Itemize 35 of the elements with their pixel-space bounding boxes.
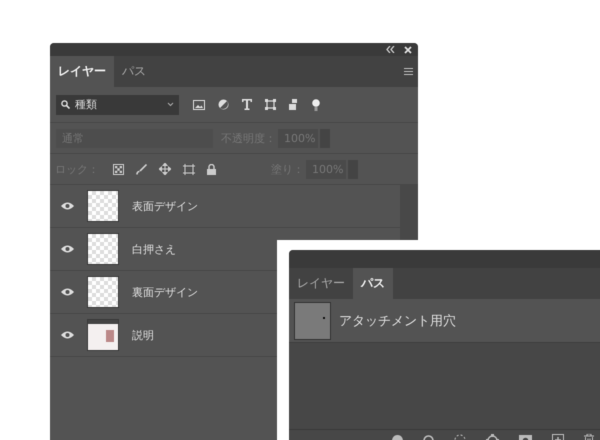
- checkerboard-lock-icon[interactable]: [113, 164, 124, 174]
- search-icon: [61, 100, 70, 109]
- path-row[interactable]: アタッチメント用穴: [289, 299, 600, 343]
- lock-icon[interactable]: [207, 164, 216, 174]
- scrollbar[interactable]: [400, 185, 418, 243]
- shape-filter-icon[interactable]: [265, 99, 276, 110]
- menu-icon[interactable]: [404, 68, 413, 75]
- layer-name: 裏面デザイン: [132, 284, 198, 300]
- eye-icon[interactable]: [60, 202, 74, 210]
- eye-icon[interactable]: [60, 288, 74, 296]
- collapse-icon[interactable]: [386, 46, 395, 53]
- smart-object-filter-icon[interactable]: [289, 99, 299, 110]
- image-filter-icon[interactable]: [193, 100, 205, 110]
- transparent-thumbnail: [87, 276, 119, 308]
- filter-dropdown[interactable]: 種類: [56, 94, 179, 114]
- transparent-thumbnail: [87, 190, 119, 222]
- layer-name: 表面デザイン: [132, 198, 198, 214]
- layer-name: 説明: [132, 328, 154, 342]
- panel-tab[interactable]: パス: [353, 268, 393, 299]
- filter-toggle-icon[interactable]: [312, 98, 320, 110]
- move-icon[interactable]: [159, 163, 171, 175]
- brush-icon[interactable]: [136, 164, 147, 174]
- document-thumbnail: [87, 319, 119, 351]
- path-name: アタッチメント用穴: [339, 312, 456, 330]
- eye-icon[interactable]: [60, 331, 74, 339]
- transparent-thumbnail: [87, 233, 119, 265]
- text-filter-icon[interactable]: [242, 99, 252, 110]
- layer-name: 白押さえ: [132, 242, 176, 256]
- path-thumbnail: [294, 302, 331, 340]
- panel-tab[interactable]: レイヤー: [50, 56, 114, 87]
- adjustment-filter-icon[interactable]: [218, 99, 229, 110]
- close-icon[interactable]: [404, 46, 412, 54]
- chevron-down-icon: [167, 102, 174, 107]
- eye-icon[interactable]: [60, 245, 74, 253]
- artboard-icon[interactable]: [183, 164, 195, 174]
